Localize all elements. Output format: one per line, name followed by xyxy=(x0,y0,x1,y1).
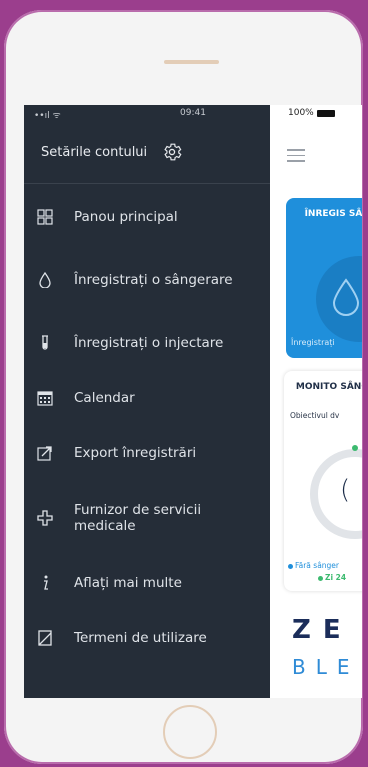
sidebar-item-export[interactable]: Export înregistrări xyxy=(24,445,270,461)
log-bleed-card-footer: Înregistrați xyxy=(291,338,335,347)
sidebar-item-label: Calendar xyxy=(74,390,135,406)
sidebar-item-label: Înregistrați o injectare xyxy=(74,335,224,351)
sidebar-item-label: Termeni de utilizare xyxy=(74,630,207,646)
calendar-icon xyxy=(37,390,53,406)
battery-icon xyxy=(316,109,335,117)
log-bleed-card[interactable]: ÎNREGIS SÂNGE Înregistrați xyxy=(286,198,362,358)
sidebar-item-label: Aflați mai multe xyxy=(74,575,182,591)
main-content: 100% ÎNREGIS SÂNGE Înregistrați MONITO S… xyxy=(270,105,362,698)
progress-ring-value: ( xyxy=(340,475,351,505)
legend-days: Zi 24 xyxy=(318,573,346,582)
info-icon xyxy=(37,575,53,591)
phone-speaker xyxy=(164,60,219,64)
sidebar-item-healthcare-provider[interactable]: Furnizor de servicii medicale xyxy=(24,501,270,535)
battery-percent: 100% xyxy=(288,108,314,118)
signal-indicator: ••ıl ᯤ xyxy=(34,111,61,121)
battery-indicator: 100% xyxy=(288,108,335,118)
navigation-drawer: ••ıl ᯤ 09:41 Setările contului Panou pri… xyxy=(24,105,270,698)
blood-drop-icon xyxy=(37,272,53,288)
monitor-card-title: MONITO SÂNGI xyxy=(295,382,362,392)
sidebar-item-calendar[interactable]: Calendar xyxy=(24,390,270,406)
sidebar-item-terms[interactable]: Termeni de utilizare xyxy=(24,630,270,646)
progress-ring-marker xyxy=(352,445,358,451)
sidebar-item-learn-more[interactable]: Aflați mai multe xyxy=(24,575,270,591)
gear-icon[interactable] xyxy=(161,141,183,163)
sidebar-item-label: Export înregistrări xyxy=(74,445,197,461)
sidebar-item-label: Înregistrați o sângerare xyxy=(74,272,233,288)
home-button[interactable] xyxy=(163,705,217,759)
legend-no-bleed: Fără sânger xyxy=(288,561,339,570)
brand-logo-line1: ZE xyxy=(292,615,353,645)
sidebar-item-label: Furnizor de servicii medicale xyxy=(74,502,202,534)
phone-frame: ••ıl ᯤ 09:41 Setările contului Panou pri… xyxy=(4,10,363,764)
medical-cross-icon xyxy=(37,510,53,526)
dashboard-icon xyxy=(37,209,53,225)
brand-logo-line2: BLE xyxy=(292,655,360,679)
menu-icon[interactable] xyxy=(287,149,305,166)
sidebar-item-label: Panou principal xyxy=(74,209,178,225)
monitor-card-subtitle: Obiectivul dv xyxy=(290,411,340,420)
sidebar-item-log-bleed[interactable]: Înregistrați o sângerare xyxy=(24,263,270,297)
account-settings-header[interactable]: Setările contului xyxy=(24,127,270,184)
bleed-monitor-card[interactable]: MONITO SÂNGI Obiectivul dv ( Fără sânger… xyxy=(284,371,362,591)
vial-icon xyxy=(37,335,53,351)
log-bleed-card-title: ÎNREGIS SÂNGE xyxy=(304,209,362,219)
sidebar-item-dashboard[interactable]: Panou principal xyxy=(24,209,270,225)
app-screen: ••ıl ᯤ 09:41 Setările contului Panou pri… xyxy=(24,105,362,698)
document-icon xyxy=(37,630,53,646)
progress-ring xyxy=(310,449,362,539)
account-settings-label: Setările contului xyxy=(41,145,148,160)
status-time: 09:41 xyxy=(180,108,206,118)
blood-drop-icon xyxy=(316,256,362,342)
export-icon xyxy=(37,445,53,461)
sidebar-item-log-injection[interactable]: Înregistrați o injectare xyxy=(24,335,270,351)
